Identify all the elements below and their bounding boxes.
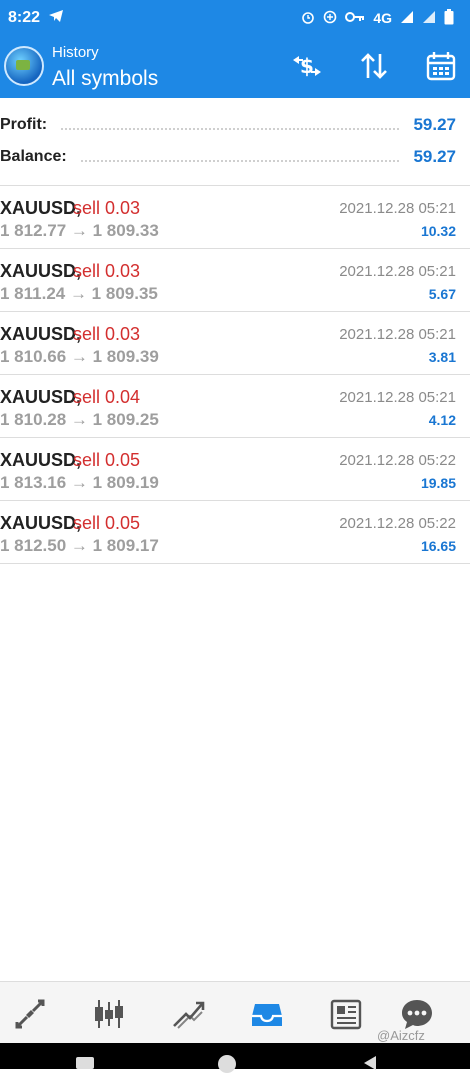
trade-side: sell 0.03 <box>73 324 141 344</box>
recents-icon[interactable] <box>76 1057 94 1069</box>
trade-prices: 1 810.66 → 1 809.39 <box>0 347 159 366</box>
trade-datetime: 2021.12.28 05:21 <box>339 263 456 280</box>
trade-symbol: XAUUSD, <box>0 261 82 281</box>
trade-side: sell 0.03 <box>73 261 141 281</box>
balance-label: Balance: <box>0 148 67 165</box>
trade-symbol: XAUUSD, <box>0 513 82 533</box>
list-item[interactable]: XAUUSD, sell 0.03 1 812.77 → 1 809.33 20… <box>0 186 470 249</box>
svg-text:$: $ <box>300 54 314 78</box>
app-logo-icon[interactable] <box>4 46 44 86</box>
list-item[interactable]: XAUUSD, sell 0.04 1 810.28 → 1 809.25 20… <box>0 375 470 438</box>
trade-profit: 3.81 <box>428 349 456 365</box>
trade-datetime: 2021.12.28 05:22 <box>339 452 456 469</box>
trade-list: XAUUSD, sell 0.03 1 812.77 → 1 809.33 20… <box>0 186 470 564</box>
watermark: @Aizcfz <box>377 1028 425 1043</box>
summary-panel: Profit: 59.27 Balance: 59.27 <box>0 98 470 186</box>
chart-icon[interactable] <box>87 992 131 1036</box>
trade-prices: 1 810.28 → 1 809.25 <box>0 410 159 429</box>
data-saver-icon <box>323 10 337 27</box>
trade-profit: 5.67 <box>428 286 456 302</box>
profit-label: Profit: <box>0 116 48 133</box>
telegram-icon <box>48 9 64 28</box>
battery-icon <box>444 8 454 28</box>
alarm-icon <box>301 10 315 27</box>
trade-profit: 16.65 <box>420 538 456 554</box>
news-icon[interactable] <box>324 992 368 1036</box>
status-time: 8:22 <box>8 9 41 26</box>
trade-side: sell 0.03 <box>73 198 141 218</box>
network-type: 4G <box>373 10 392 26</box>
trade-icon[interactable] <box>166 992 210 1036</box>
calendar-icon[interactable] <box>423 48 459 84</box>
trade-side: sell 0.05 <box>73 513 141 533</box>
balance-row: Balance: 59.27 <box>0 142 470 172</box>
dotted-leader <box>61 120 400 130</box>
trade-profit: 4.12 <box>428 412 456 428</box>
list-item[interactable]: XAUUSD, sell 0.03 1 811.24 → 1 809.35 20… <box>0 249 470 312</box>
trade-symbol: XAUUSD, <box>0 324 82 344</box>
trade-symbol: XAUUSD, <box>0 198 82 218</box>
profit-value: 59.27 <box>413 115 456 134</box>
trade-prices: 1 811.24 → 1 809.35 <box>0 284 158 303</box>
trade-side: sell 0.04 <box>73 387 141 407</box>
symbol-filter[interactable]: All symbols <box>52 67 158 91</box>
profit-row: Profit: 59.27 <box>0 110 470 140</box>
list-item[interactable]: XAUUSD, sell 0.05 1 812.50 → 1 809.17 20… <box>0 501 470 564</box>
trade-prices: 1 812.77 → 1 809.33 <box>0 221 159 240</box>
page-subtitle: History <box>52 44 99 61</box>
list-item[interactable]: XAUUSD, sell 0.05 1 813.16 → 1 809.19 20… <box>0 438 470 501</box>
home-icon[interactable] <box>218 1055 236 1073</box>
trade-symbol: XAUUSD, <box>0 387 82 407</box>
list-item[interactable]: XAUUSD, sell 0.03 1 810.66 → 1 809.39 20… <box>0 312 470 375</box>
balance-value: 59.27 <box>413 147 456 166</box>
back-icon[interactable] <box>364 1056 376 1070</box>
trade-side: sell 0.05 <box>73 450 141 470</box>
status-bar: 8:22 4G <box>0 0 470 36</box>
trade-datetime: 2021.12.28 05:21 <box>339 326 456 343</box>
app-bar: History All symbols $ <box>0 36 470 98</box>
trade-profit: 19.85 <box>420 475 456 491</box>
trade-datetime: 2021.12.28 05:21 <box>339 200 456 217</box>
key-icon <box>345 10 365 26</box>
history-icon[interactable] <box>245 992 289 1036</box>
trade-prices: 1 813.16 → 1 809.19 <box>0 473 159 492</box>
trade-profit: 10.32 <box>420 223 456 239</box>
trade-symbol: XAUUSD, <box>0 450 82 470</box>
currency-exchange-icon[interactable]: $ <box>289 48 325 84</box>
dotted-leader <box>80 152 400 162</box>
trade-prices: 1 812.50 → 1 809.17 <box>0 536 159 555</box>
signal-icon <box>400 10 414 27</box>
status-icons: 4G <box>301 0 454 36</box>
system-nav-bar <box>0 1043 470 1073</box>
sort-icon[interactable] <box>356 48 392 84</box>
quotes-icon[interactable] <box>8 992 52 1036</box>
signal-icon-2 <box>422 10 436 27</box>
trade-datetime: 2021.12.28 05:21 <box>339 389 456 406</box>
trade-datetime: 2021.12.28 05:22 <box>339 515 456 532</box>
